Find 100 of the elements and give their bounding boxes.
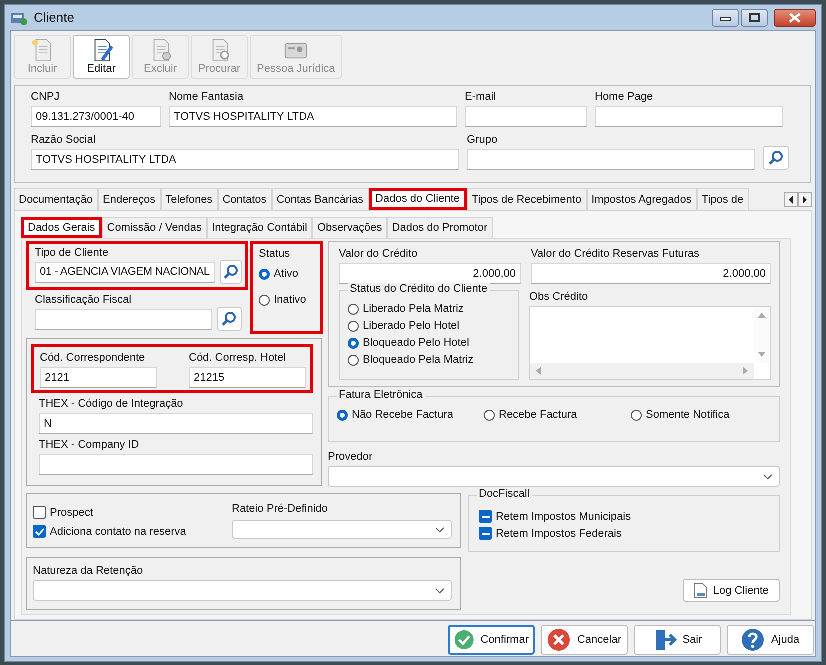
maximize-button[interactable] — [741, 8, 768, 27]
tab[interactable]: Telefones — [160, 188, 218, 210]
up-arrow-icon[interactable] — [758, 313, 766, 318]
tab[interactable]: Tipos de — [696, 188, 749, 210]
radio-option[interactable]: Bloqueado Pela Matriz — [348, 352, 510, 370]
down-arrow-icon[interactable] — [758, 352, 766, 358]
left-arrow-icon — [788, 196, 794, 204]
field-label: THEX - Código de Integração — [39, 397, 184, 412]
group-title: Status — [259, 248, 292, 260]
dropdown[interactable] — [232, 520, 452, 540]
text-field[interactable]: 21215 — [189, 367, 306, 388]
text-field[interactable] — [465, 106, 587, 128]
dialog-button[interactable]: Ajuda — [727, 625, 814, 656]
search-icon — [221, 311, 238, 328]
right-arrow-icon — [802, 196, 808, 204]
checkbox-option[interactable]: Retem Impostos Federais — [479, 527, 771, 540]
tab[interactable]: Dados Gerais — [21, 217, 102, 238]
minus-icon — [482, 516, 490, 518]
field-label: Grupo — [467, 133, 499, 148]
dropdown[interactable] — [33, 580, 452, 602]
checkbox[interactable] — [33, 525, 46, 538]
right-arrow-icon[interactable] — [743, 367, 748, 376]
tab[interactable]: Dados do Promotor — [387, 217, 493, 238]
radio-option[interactable]: Liberado Pelo Hotel — [348, 318, 510, 336]
field-label: Tipo de Cliente — [35, 247, 109, 260]
group-title: Status do Crédito do Cliente — [348, 283, 490, 296]
field-label: Classificação Fiscal — [35, 294, 132, 306]
field-label: Cód. Correspondente — [40, 351, 146, 366]
text-field[interactable] — [39, 454, 313, 476]
tab[interactable]: Impostos Agregados — [586, 188, 697, 210]
radio-option[interactable]: Bloqueado Pelo Hotel — [348, 335, 510, 352]
text-field[interactable]: N — [39, 413, 313, 434]
text-field[interactable]: 09.131.273/0001-40 — [31, 106, 161, 128]
radio-option[interactable]: Inativo — [259, 294, 314, 306]
text-field[interactable]: 2121 — [40, 367, 157, 388]
field-label: Home Page — [595, 90, 654, 104]
field-label: E-mail — [465, 90, 498, 104]
tab[interactable]: Dados do Cliente — [368, 188, 467, 210]
search-button[interactable] — [216, 307, 242, 332]
dialog-button[interactable]: Confirmar — [448, 625, 535, 656]
text-field[interactable]: 2.000,00 — [531, 263, 771, 284]
tab[interactable]: Comissão / Vendas — [102, 217, 208, 238]
dialog-button[interactable]: Cancelar — [541, 625, 628, 656]
checkbox[interactable] — [479, 510, 492, 524]
radio-option[interactable]: Não Recebe Factura — [337, 409, 484, 422]
text-field[interactable] — [595, 106, 783, 128]
checkbox[interactable] — [479, 527, 492, 540]
search-button[interactable] — [220, 260, 242, 284]
text-area[interactable] — [529, 306, 771, 380]
radio-option[interactable]: Ativo — [259, 268, 314, 280]
scroll-right-button[interactable] — [798, 192, 812, 208]
field-label: Nome Fantasia — [169, 90, 245, 104]
field-label: Cód. Corresp. Hotel — [189, 351, 288, 366]
minimize-button[interactable] — [712, 8, 739, 27]
tab[interactable]: Endereços — [98, 188, 161, 210]
checkbox-option[interactable]: Adiciona contato na reserva — [33, 525, 186, 538]
dialog-button[interactable]: Sair — [634, 625, 721, 656]
tab[interactable]: Integração Contábil — [207, 217, 312, 238]
cancel-icon — [547, 628, 572, 652]
search-icon — [768, 150, 784, 166]
toolbar-button[interactable]: Editar — [73, 35, 130, 80]
minus-icon — [482, 532, 490, 535]
tab[interactable]: Documentação — [14, 188, 98, 210]
tab[interactable]: Observações — [312, 217, 388, 238]
text-field[interactable]: TOTVS HOSPITALITY LTDA — [31, 149, 459, 170]
field-label: THEX - Company ID — [39, 438, 140, 452]
field-label: Razão Social — [31, 133, 97, 148]
vertical-scrollbar[interactable] — [754, 307, 770, 364]
help-icon — [741, 628, 766, 652]
tab[interactable]: Contatos — [218, 188, 272, 210]
field-label: Obs Crédito — [529, 290, 590, 304]
checkbox[interactable] — [33, 506, 46, 520]
field-label: Valor do Crédito Reservas Futuras — [531, 247, 701, 262]
close-button[interactable] — [774, 8, 816, 27]
left-arrow-icon[interactable] — [536, 367, 542, 376]
check-circle-icon — [454, 628, 475, 652]
tab[interactable]: Tipos de Recebimento — [466, 188, 587, 210]
radio-option[interactable]: Somente Notifica — [631, 409, 730, 422]
field-label: CNPJ — [31, 90, 61, 104]
text-field[interactable] — [467, 149, 755, 170]
field-label: Provedor — [328, 450, 374, 464]
checkbox-option[interactable]: Prospect — [33, 506, 186, 520]
text-field[interactable]: 01 - AGENCIA VIAGEM NACIONAL — [35, 262, 215, 283]
field-label: Rateio Pré-Definido — [232, 502, 329, 516]
window-title: Cliente — [34, 10, 74, 26]
dropdown[interactable] — [328, 466, 780, 488]
radio-option[interactable]: Liberado Pela Matriz — [348, 301, 510, 318]
chevron-down-icon — [435, 588, 445, 594]
log-button[interactable]: Log Cliente — [683, 579, 780, 602]
text-field[interactable]: 2.000,00 — [339, 263, 521, 284]
checkbox-option[interactable]: Retem Impostos Municipais — [479, 510, 771, 524]
tab[interactable]: Contas Bancárias — [272, 188, 369, 210]
text-field[interactable]: TOTVS HOSPITALITY LTDA — [169, 106, 457, 128]
horizontal-scrollbar[interactable] — [530, 363, 754, 380]
scroll-left-button[interactable] — [784, 192, 798, 208]
text-field[interactable] — [35, 308, 212, 330]
search-button[interactable] — [763, 146, 789, 170]
radio-option[interactable]: Recebe Factura — [484, 409, 631, 422]
close-icon — [788, 12, 802, 23]
field-label: Natureza da Retenção — [33, 564, 144, 578]
